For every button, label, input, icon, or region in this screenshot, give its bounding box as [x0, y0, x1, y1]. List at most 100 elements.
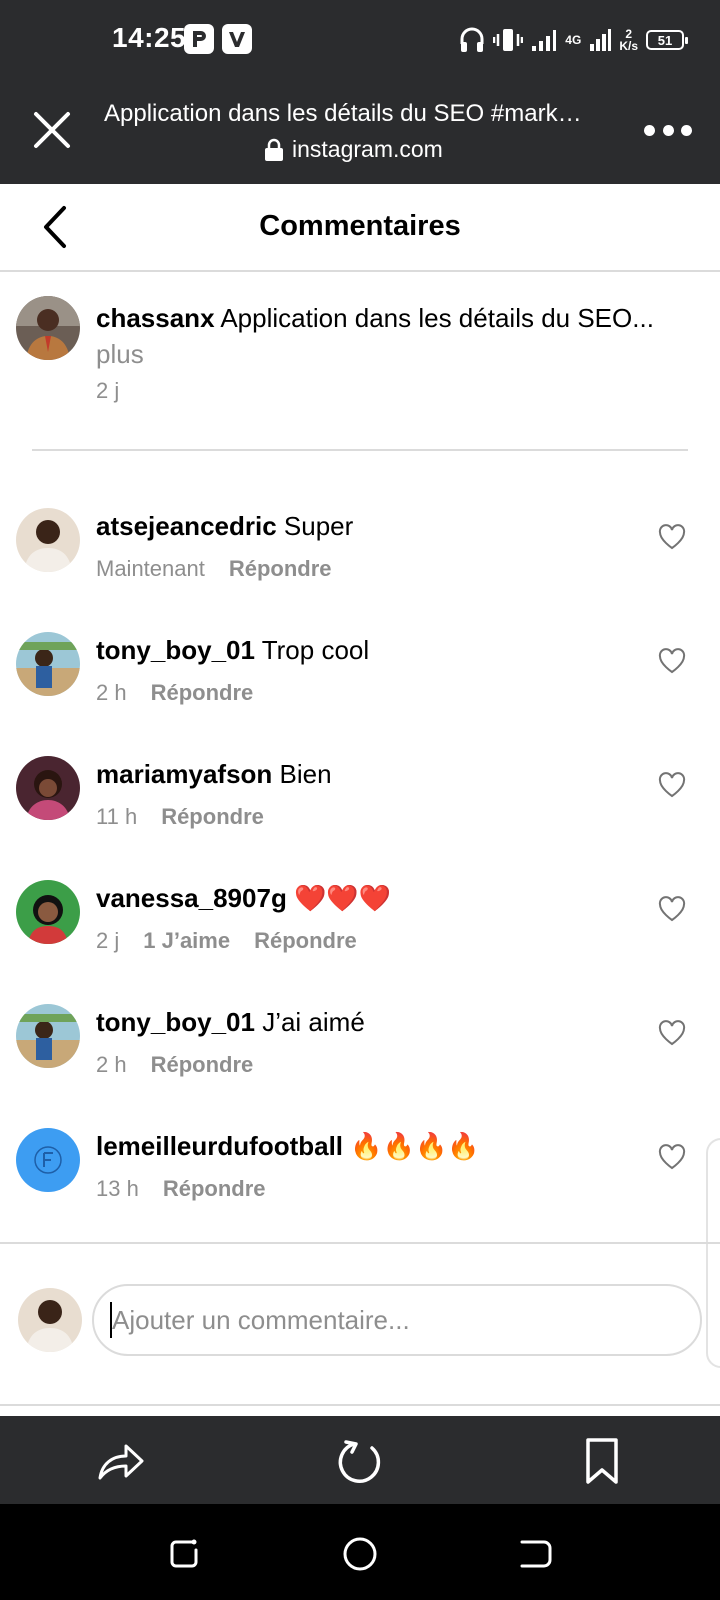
browser-domain: instagram.com [264, 136, 443, 163]
post-caption: chassanx Application dans les détails du… [0, 296, 720, 426]
avatar[interactable] [16, 508, 80, 572]
comment-meta: 2 h Répondre [96, 1052, 253, 1078]
back-icon[interactable] [516, 1534, 556, 1574]
reply-button[interactable]: Répondre [229, 556, 332, 582]
notification-p-icon [184, 24, 214, 54]
heart-icon[interactable] [658, 524, 686, 550]
comment-text: lemeilleurdufootball 🔥🔥🔥🔥 [96, 1130, 480, 1162]
text-caret [110, 1302, 112, 1338]
avatar[interactable] [16, 756, 80, 820]
divider [0, 1404, 720, 1406]
comment-text: mariamyafson Bien [96, 758, 332, 790]
comment-meta: 2 h Répondre [96, 680, 253, 706]
network-speed: 2 K/s [619, 28, 638, 52]
comments-header: Commentaires [0, 184, 720, 272]
divider [32, 449, 688, 451]
avatar[interactable] [16, 296, 80, 360]
comment-body: Trop cool [261, 635, 370, 665]
battery-icon: 51 [646, 30, 688, 50]
comment-time: 13 h [96, 1176, 139, 1201]
comment-text: vanessa_8907g ❤️❤️❤️ [96, 882, 391, 914]
comment-time: 2 h [96, 1052, 127, 1077]
notification-v-icon [222, 24, 252, 54]
comment-time: 2 j [96, 928, 120, 953]
browser-toolbar [0, 1416, 720, 1504]
caption-username[interactable]: chassanx [96, 303, 215, 333]
bookmark-icon[interactable] [576, 1436, 628, 1486]
comment-body: Bien [279, 759, 332, 789]
comment-item: tony_boy_01 Trop cool 2 h Répondre [0, 632, 720, 732]
avatar[interactable] [16, 632, 80, 696]
signal-2-icon [590, 29, 612, 51]
comment-username[interactable]: tony_boy_01 [96, 635, 255, 665]
headphones-icon [460, 27, 484, 52]
comment-body: 🔥🔥🔥🔥 [350, 1131, 480, 1161]
heart-icon[interactable] [658, 772, 686, 798]
heart-icon[interactable] [658, 648, 686, 674]
avatar[interactable] [16, 1004, 80, 1068]
more-link[interactable]: plus [96, 339, 144, 369]
comment-time: 11 h [96, 804, 138, 829]
comment-text: tony_boy_01 J’ai aimé [96, 1006, 365, 1038]
close-icon[interactable] [28, 106, 76, 154]
comment-meta: 13 h Répondre [96, 1176, 266, 1202]
comment-item: tony_boy_01 J’ai aimé 2 h Répondre [0, 1004, 720, 1104]
reply-button[interactable]: Répondre [163, 1176, 266, 1202]
reply-button[interactable]: Répondre [254, 928, 357, 954]
recent-apps-icon[interactable] [164, 1534, 204, 1574]
system-nav-bar [0, 1504, 720, 1600]
heart-icon[interactable] [658, 1144, 686, 1170]
home-icon[interactable] [340, 1534, 380, 1574]
reload-icon[interactable] [334, 1436, 386, 1486]
reply-button[interactable]: Répondre [151, 680, 254, 706]
comment-time: Maintenant [96, 556, 205, 581]
share-icon[interactable] [94, 1436, 146, 1486]
avatar [18, 1288, 82, 1352]
comment-item: atsejeancedric Super Maintenant Répondre [0, 508, 720, 608]
avatar[interactable] [16, 880, 80, 944]
lock-icon [265, 138, 283, 161]
side-panel-edge [706, 1138, 720, 1368]
comment-body: Super [283, 511, 354, 541]
avatar[interactable] [16, 1128, 80, 1192]
reply-button[interactable]: Répondre [151, 1052, 254, 1078]
network-type: 4G [565, 33, 582, 47]
browser-page-title: Application dans les détails du SEO #mar… [104, 100, 582, 127]
signal-1-icon [532, 30, 557, 51]
caption-text: chassanx Application dans les détails du… [96, 300, 696, 372]
divider [0, 1242, 720, 1244]
comment-body: ❤️❤️❤️ [294, 883, 392, 913]
comment-likes[interactable]: 1 J’aime [143, 928, 230, 954]
caption-timestamp: 2 j [96, 378, 120, 403]
more-options-icon[interactable] [644, 116, 692, 144]
battery-level: 51 [657, 32, 673, 48]
status-icons: 4G 2 K/s 51 [459, 22, 688, 58]
caption-body: Application dans les détails du SEO... [220, 303, 654, 333]
comment-time: 2 h [96, 680, 127, 705]
comment-item: vanessa_8907g ❤️❤️❤️ 2 j 1 J’aime Répond… [0, 880, 720, 980]
vibrate-icon [493, 29, 524, 51]
comment-username[interactable]: tony_boy_01 [96, 1007, 255, 1037]
heart-icon[interactable] [658, 1020, 686, 1046]
comment-item: mariamyafson Bien 11 h Répondre [0, 756, 720, 856]
comment-username[interactable]: mariamyafson [96, 759, 272, 789]
comment-body: J’ai aimé [262, 1007, 365, 1037]
clock: 14:25 [112, 22, 187, 53]
domain-text: instagram.com [292, 136, 443, 162]
comment-meta: 11 h Répondre [96, 804, 264, 830]
comment-username[interactable]: lemeilleurdufootball [96, 1131, 343, 1161]
comment-item: lemeilleurdufootball 🔥🔥🔥🔥 13 h Répondre [0, 1128, 720, 1228]
status-bar: 14:25 4G 2 K/s 51 [0, 0, 720, 80]
browser-title-bar: Application dans les détails du SEO #mar… [0, 80, 720, 184]
heart-icon[interactable] [658, 896, 686, 922]
comment-input[interactable] [92, 1284, 702, 1356]
comment-username[interactable]: vanessa_8907g [96, 883, 287, 913]
network-speed-unit: K/s [619, 39, 638, 53]
comment-meta: Maintenant Répondre [96, 556, 332, 582]
page-title: Commentaires [259, 210, 461, 242]
comment-text: atsejeancedric Super [96, 510, 353, 542]
reply-button[interactable]: Répondre [161, 804, 264, 830]
comment-meta: 2 j 1 J’aime Répondre [96, 928, 357, 954]
comment-username[interactable]: atsejeancedric [96, 511, 277, 541]
comment-text: tony_boy_01 Trop cool [96, 634, 369, 666]
